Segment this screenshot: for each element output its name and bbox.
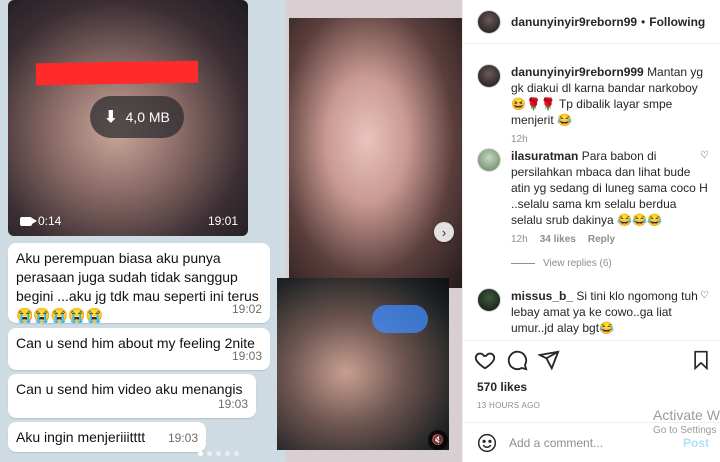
comment-username[interactable]: missus_b_	[511, 289, 573, 303]
chat-time: 19:03	[167, 431, 198, 445]
video-size: 4,0 MB	[125, 109, 170, 125]
like-button[interactable]	[473, 348, 497, 372]
comment: ♡ ilasuratman Para babon di persilahkan …	[477, 148, 709, 245]
paper-plane-icon	[538, 350, 560, 371]
view-replies-label: View replies (6)	[543, 258, 612, 269]
like-comment-icon[interactable]: ♡	[700, 290, 709, 301]
emoji-icon[interactable]	[477, 433, 497, 453]
watermark-title: Activate Windows	[653, 407, 720, 423]
save-button[interactable]	[689, 348, 713, 372]
activate-windows-watermark: Activate Windows Go to Settings	[653, 406, 720, 438]
carousel-dot	[198, 451, 203, 456]
avatar[interactable]	[477, 9, 501, 34]
header-separator: •	[641, 14, 646, 29]
chat-bubble: Aku perempuan biasa aku punya perasaan j…	[8, 243, 270, 323]
share-button[interactable]	[537, 348, 561, 372]
carousel-dot	[225, 451, 230, 456]
following-button[interactable]: Following	[649, 15, 705, 29]
chevron-right-icon: ›	[441, 224, 447, 240]
post-media[interactable]: ⬇ 4,0 MB 0:14 19:01 Aku perempuan biasa …	[0, 0, 462, 462]
caption-age[interactable]: 12h	[511, 134, 528, 145]
comment-button[interactable]	[505, 348, 529, 372]
chat-screenshot: ⬇ 4,0 MB 0:14 19:01 Aku perempuan biasa …	[0, 0, 286, 462]
video-duration: 0:14	[20, 214, 61, 228]
view-replies-button[interactable]: View replies (6)	[511, 258, 612, 269]
caption: danunyinyir9reborn999 Mantan yg gk diaku…	[477, 64, 709, 145]
couple-photo	[277, 278, 449, 450]
post-time[interactable]: 13 HOURS AGO	[477, 401, 540, 410]
redaction-bar	[35, 60, 199, 86]
carousel-dots	[198, 451, 239, 456]
comment-input[interactable]	[509, 435, 669, 450]
heart-icon	[474, 352, 496, 370]
post-panel: danunyinyir9reborn99 • Following danunyi…	[462, 0, 720, 462]
chat-bubble: Aku ingin menjeriiitttt 19:03	[8, 422, 206, 452]
comment-age[interactable]: 12h	[511, 234, 528, 245]
download-button[interactable]: ⬇ 4,0 MB	[90, 96, 184, 138]
author-username[interactable]: danunyinyir9reborn99	[511, 15, 637, 29]
likes-count[interactable]: 570 likes	[477, 380, 527, 394]
chat-text: Can u send him video aku menangis	[16, 381, 243, 397]
avatar[interactable]	[477, 148, 501, 172]
comment-username[interactable]: ilasuratman	[511, 149, 578, 163]
comment-likes[interactable]: 34 likes	[540, 234, 576, 245]
chat-bubble: Can u send him video aku menangis 19:03	[8, 374, 256, 418]
carousel-dot	[216, 451, 221, 456]
action-bar	[463, 340, 720, 378]
avatar[interactable]	[477, 64, 501, 88]
chat-text: Can u send him about my feeling 2nite	[16, 335, 255, 351]
video-camera-icon	[20, 216, 37, 226]
bookmark-icon	[694, 350, 708, 371]
chat-time: 19:03	[231, 349, 262, 363]
next-slide-button[interactable]: ›	[434, 222, 454, 242]
crying-woman-photo	[289, 18, 462, 288]
mute-button[interactable]: 🔇	[428, 430, 448, 450]
caption-username[interactable]: danunyinyir9reborn999	[511, 65, 644, 79]
divider	[511, 263, 535, 264]
face-blur	[372, 305, 428, 333]
comment: ♡ missus_b_ Si tini klo ngomong tuh leba…	[477, 288, 709, 336]
chat-time: 19:03	[217, 397, 248, 411]
download-arrow-icon: ⬇	[104, 109, 118, 126]
chat-text: Aku perempuan biasa aku punya perasaan j…	[16, 250, 263, 323]
chat-bubble: Can u send him about my feeling 2nite 19…	[8, 328, 270, 370]
video-timestamp: 19:01	[207, 214, 238, 228]
reply-button[interactable]: Reply	[588, 234, 615, 245]
post-header: danunyinyir9reborn99 • Following	[463, 0, 720, 44]
carousel-dot	[207, 451, 212, 456]
speaker-muted-icon: 🔇	[431, 434, 445, 446]
watermark-subtitle: Go to Settings	[653, 425, 717, 436]
video-thumbnail[interactable]: ⬇ 4,0 MB 0:14 19:01	[8, 0, 248, 236]
video-duration-text: 0:14	[38, 214, 62, 228]
like-comment-icon[interactable]: ♡	[700, 150, 709, 161]
avatar[interactable]	[477, 288, 501, 312]
chat-time: 19:02	[231, 302, 262, 316]
comment-bubble-icon	[507, 350, 528, 371]
carousel-dot	[234, 451, 239, 456]
